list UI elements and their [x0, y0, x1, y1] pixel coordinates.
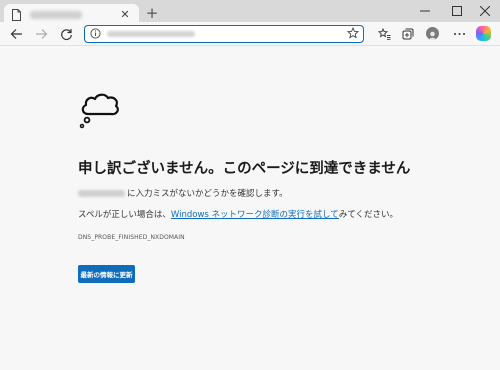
- info-icon[interactable]: [90, 28, 101, 39]
- back-arrow-icon[interactable]: [8, 26, 24, 42]
- star-icon[interactable]: [347, 27, 359, 39]
- cloud-icon: [79, 93, 119, 129]
- hostname-redacted: [78, 189, 125, 197]
- maximize-button[interactable]: [442, 0, 472, 22]
- avatar-icon[interactable]: [426, 27, 439, 40]
- url-redacted: [107, 31, 195, 37]
- new-tab-button[interactable]: +: [144, 4, 160, 22]
- forward-arrow-icon[interactable]: [33, 26, 49, 42]
- tab-title-redacted: [30, 11, 82, 19]
- error-headline: 申し訳ございません。このページに到達できません: [78, 161, 411, 177]
- address-bar[interactable]: [84, 25, 364, 43]
- browser-toolbar: [0, 22, 500, 46]
- diagnostics-prefix: スペルが正しい場合は、: [78, 210, 171, 220]
- network-diagnostics-link[interactable]: Windows ネットワーク診断の実行を試して: [171, 210, 339, 220]
- check-typo-message: に入力ミスがないかどうかを確認します。: [78, 187, 478, 199]
- error-code: DNS_PROBE_FINISHED_NXDOMAIN: [78, 234, 185, 241]
- tab-close-icon[interactable]: ✕: [118, 8, 132, 22]
- copilot-icon[interactable]: [476, 26, 491, 41]
- check-typo-text: に入力ミスがないかどうかを確認します。: [127, 189, 288, 199]
- minimize-button[interactable]: [410, 0, 440, 22]
- diagnostics-suffix: みてください。: [338, 210, 399, 220]
- favorites-icon[interactable]: [376, 26, 392, 42]
- more-icon[interactable]: [451, 26, 467, 42]
- reload-icon[interactable]: [58, 26, 74, 42]
- window-close-button[interactable]: [470, 0, 500, 22]
- diagnostics-message: スペルが正しい場合は、Windows ネットワーク診断の実行を試してみてください…: [78, 208, 478, 220]
- collections-icon[interactable]: [400, 26, 416, 42]
- refresh-button[interactable]: 最新の情報に更新: [78, 265, 135, 283]
- page-icon: [10, 9, 22, 21]
